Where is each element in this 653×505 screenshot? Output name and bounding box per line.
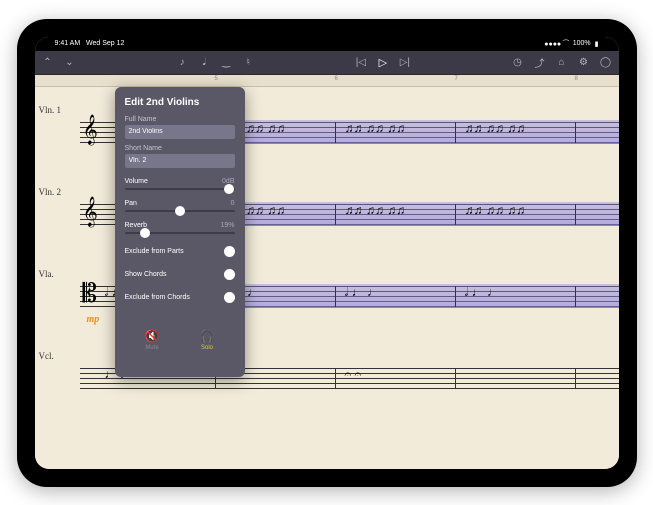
home-icon[interactable]: ⌂ [555, 55, 569, 69]
clock-icon[interactable]: ◷ [511, 55, 525, 69]
reverb-value: 19% [220, 222, 234, 229]
tie-icon[interactable]: ‿ [219, 55, 233, 69]
full-name-label: Full Name [125, 116, 235, 123]
alto-clef-icon: 𝄡 [83, 279, 98, 310]
staff-label: Vln. 2 [39, 187, 62, 197]
solo-button[interactable]: 🎧Solo [200, 329, 215, 351]
pan-value: 0 [231, 200, 235, 207]
show-chords-label: Show Chords [125, 271, 167, 278]
ruler-mark: 8 [575, 76, 578, 82]
pan-label: Pan [125, 200, 137, 207]
ruler-mark: 7 [455, 76, 458, 82]
battery-pct: 100% [573, 40, 591, 47]
full-name-input[interactable] [125, 125, 235, 139]
volume-slider[interactable] [125, 188, 235, 190]
notes[interactable]: ♫♫ ♫♫ ♫♫ [345, 203, 406, 217]
exclude-parts-label: Exclude from Parts [125, 248, 184, 255]
exclude-chords-label: Exclude from Chords [125, 294, 190, 301]
short-name-label: Short Name [125, 145, 235, 152]
app-screen: 9:41 AM Wed Sep 12 ●●●● ⁀ 100% ▮ ⌃ ⌄ ♪ 𝅘… [35, 37, 619, 469]
notes[interactable]: 𝅗𝅥 ♩ ♩ [465, 285, 499, 300]
ruler-mark: 5 [215, 76, 218, 82]
wifi-icon: ●●●● ⁀ [544, 40, 568, 48]
staff-label: Vln. 1 [39, 105, 62, 115]
export-icon[interactable]: ⤴ [533, 55, 547, 69]
reverb-slider[interactable] [125, 232, 235, 234]
play-icon[interactable]: ▷ [376, 55, 390, 69]
chevron-down-icon[interactable]: ⌄ [63, 55, 77, 69]
gear-icon[interactable]: ⚙ [577, 55, 591, 69]
status-indicators: ●●●● ⁀ 100% ▮ [544, 40, 598, 48]
volume-label: Volume [125, 178, 148, 185]
ipad-device: 9:41 AM Wed Sep 12 ●●●● ⁀ 100% ▮ ⌃ ⌄ ♪ 𝅘… [17, 19, 637, 487]
notes[interactable]: ♫♫ ♫♫ ♫♫ [345, 121, 406, 135]
mute-icon: 🔇 [145, 329, 160, 343]
mute-button[interactable]: 🔇Mute [145, 329, 160, 351]
status-bar: 9:41 AM Wed Sep 12 ●●●● ⁀ 100% ▮ [35, 37, 619, 51]
exclude-chords-toggle[interactable] [224, 292, 235, 303]
treble-clef-icon: 𝄞 [83, 115, 98, 146]
next-icon[interactable]: ▷| [398, 55, 412, 69]
toolbar: ⌃ ⌄ ♪ 𝅘𝅥 ‿ ♮ |◁ ▷ ▷| ◷ ⤴ ⌂ ⚙ ◯ [35, 51, 619, 75]
status-time: 9:41 AM Wed Sep 12 [55, 40, 125, 47]
user-icon[interactable]: ◯ [599, 55, 613, 69]
natural-icon[interactable]: ♮ [241, 55, 255, 69]
notes[interactable]: 𝄐 𝄐 [345, 367, 362, 382]
edit-instrument-panel[interactable]: Edit 2nd Violins Full Name Short Name Vo… [115, 87, 245, 377]
staff-label: Vcl. [39, 351, 54, 361]
chevron-up-icon[interactable]: ⌃ [41, 55, 55, 69]
note-icon[interactable]: 𝅘𝅥 [197, 55, 211, 69]
ruler-mark: 6 [335, 76, 338, 82]
notes[interactable]: ♫♫ ♫♫ ♫♫ [465, 203, 526, 217]
treble-clef-icon: 𝄞 [83, 197, 98, 228]
staff-label: Vla. [39, 269, 54, 279]
short-name-input[interactable] [125, 154, 235, 168]
notes[interactable]: 𝅗𝅥 ♩ ♩ [345, 285, 379, 300]
exclude-parts-toggle[interactable] [224, 246, 235, 257]
panel-title: Edit 2nd Violins [125, 97, 235, 108]
solo-icon: 🎧 [200, 329, 215, 343]
tuning-fork-icon[interactable]: ♪ [175, 55, 189, 69]
show-chords-toggle[interactable] [224, 269, 235, 280]
battery-icon: ▮ [595, 40, 599, 48]
ruler[interactable]: 5 6 7 8 [35, 75, 619, 87]
prev-icon[interactable]: |◁ [354, 55, 368, 69]
dynamic-marking[interactable]: mp [87, 314, 100, 325]
pan-slider[interactable] [125, 210, 235, 212]
notes[interactable]: ♫♫ ♫♫ ♫♫ [465, 121, 526, 135]
